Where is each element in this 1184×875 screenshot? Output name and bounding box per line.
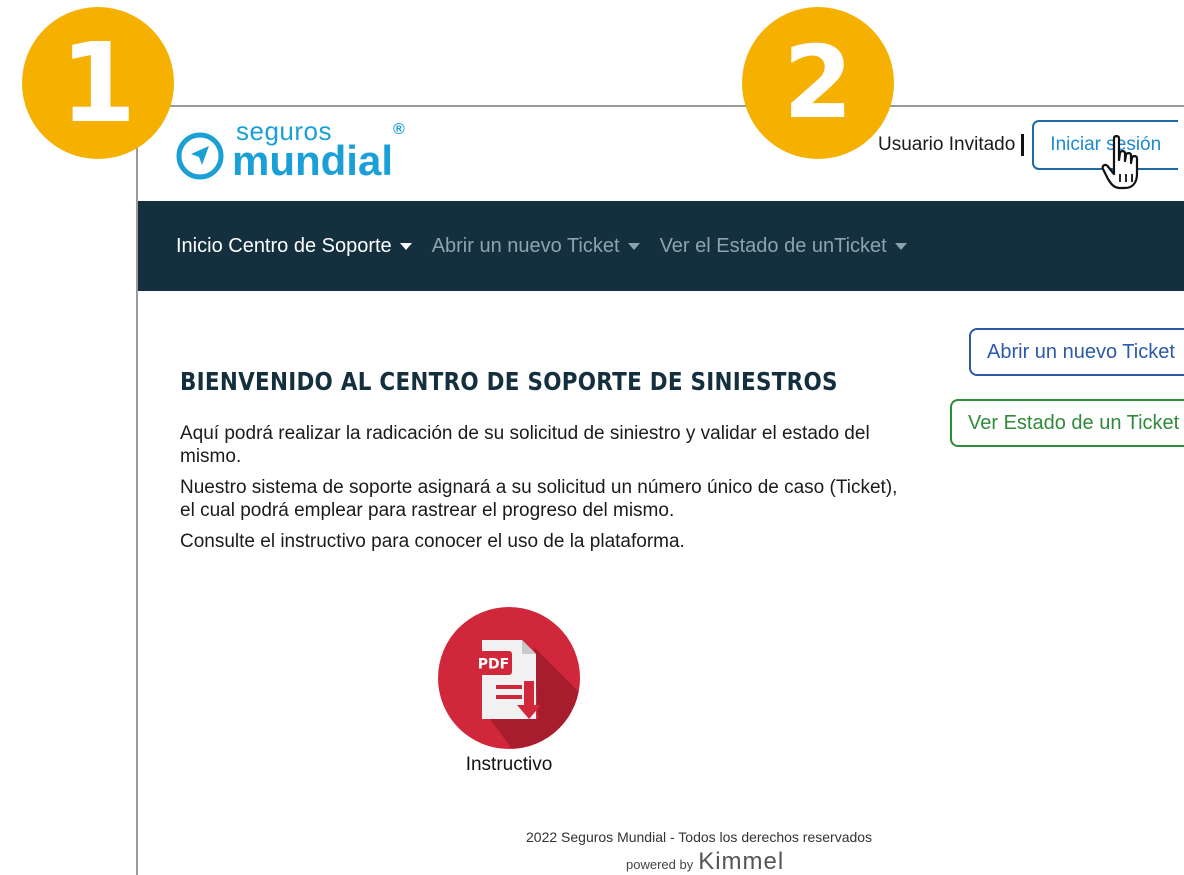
step-marker-2: 2 <box>742 7 894 159</box>
nav-open-ticket-label: Abrir un nuevo Ticket <box>431 234 620 257</box>
nav-open-new-ticket[interactable]: Abrir un nuevo Ticket <box>432 235 640 258</box>
separator-bar <box>1021 134 1025 156</box>
page-title: BIENVENIDO AL CENTRO DE SOPORTE DE SINIE… <box>180 367 838 396</box>
pdf-download-icon[interactable]: PDF <box>438 607 580 749</box>
view-ticket-status-button[interactable]: Ver Estado de un Ticket <box>950 399 1184 447</box>
pdf-badge-text: PDF <box>478 657 509 673</box>
caret-down-icon <box>627 242 640 250</box>
open-new-ticket-button[interactable]: Abrir un nuevo Ticket <box>969 328 1184 376</box>
step-marker-1: 1 <box>22 7 174 159</box>
nav-ticket-status-label: Ver el Estado de unTicket <box>659 234 887 257</box>
instructivo-label[interactable]: Instructivo <box>440 754 578 776</box>
kimmel-logo: Kimmel <box>698 848 785 875</box>
caret-down-icon <box>894 242 907 250</box>
powered-by: powered by Kimmel <box>626 848 784 875</box>
nav-home-support-center[interactable]: Inicio Centro de Soporte <box>176 235 412 258</box>
intro-paragraph-2: Nuestro sistema de soporte asignará a su… <box>180 477 898 521</box>
caret-down-icon <box>399 242 412 250</box>
footer-copyright: 2022 Seguros Mundial - Todos los derecho… <box>526 829 873 845</box>
nav-home-label: Inicio Centro de Soporte <box>176 234 392 257</box>
intro-paragraph-1: Aquí podrá realizar la radicación de su … <box>180 423 870 467</box>
page-frame-top <box>136 105 1184 107</box>
registered-mark: ® <box>393 121 405 138</box>
intro-paragraph-3: Consulte el instructivo para conocer el … <box>180 531 685 552</box>
logo-text-mundial-word: mundial <box>232 137 394 184</box>
hand-pointer-icon <box>1101 135 1139 190</box>
guest-user-label: Usuario Invitado <box>878 134 1016 155</box>
nav-ticket-status[interactable]: Ver el Estado de unTicket <box>660 235 907 258</box>
navigation-arrow-icon <box>176 132 224 180</box>
main-navbar: Inicio Centro de Soporte Abrir un nuevo … <box>138 201 1184 291</box>
logo-text-mundial: mundial® <box>232 122 405 184</box>
seguros-mundial-logo[interactable]: seguros mundial® <box>176 118 405 182</box>
powered-by-label: powered by <box>626 857 694 872</box>
